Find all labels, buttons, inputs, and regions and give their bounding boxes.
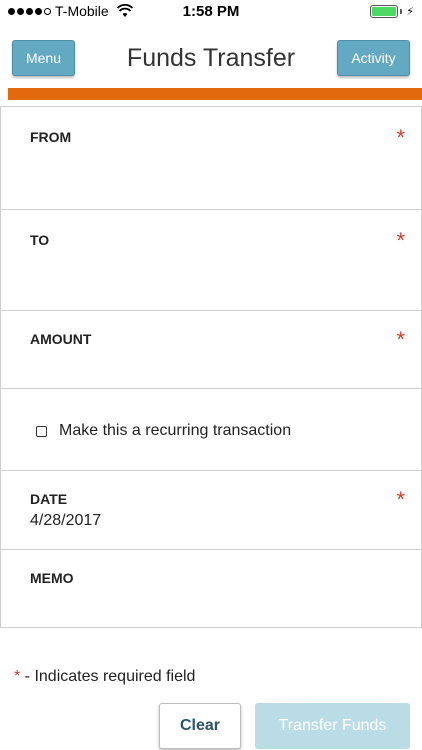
transfer-funds-button[interactable]: Transfer Funds bbox=[255, 703, 410, 749]
amount-field[interactable]: AMOUNT * bbox=[0, 310, 422, 388]
recurring-field: Make this a recurring transaction bbox=[0, 388, 422, 470]
clear-button[interactable]: Clear bbox=[159, 703, 241, 749]
status-time: 1:58 PM bbox=[182, 3, 240, 20]
from-field[interactable]: FROM * bbox=[0, 106, 422, 209]
required-marker: * bbox=[396, 125, 405, 150]
date-value: 4/28/2017 bbox=[30, 512, 102, 529]
memo-label: MEMO bbox=[30, 570, 74, 586]
date-label: DATE bbox=[30, 491, 68, 507]
amount-label: AMOUNT bbox=[30, 331, 92, 347]
from-label: FROM bbox=[30, 129, 72, 145]
battery-tip bbox=[400, 9, 403, 14]
date-field[interactable]: DATE * 4/28/2017 bbox=[0, 470, 422, 549]
nav-bar: Menu Funds Transfer Activity bbox=[0, 24, 422, 88]
required-marker: * bbox=[396, 228, 405, 253]
required-marker: * bbox=[396, 487, 405, 512]
required-marker: * bbox=[396, 327, 405, 352]
to-field[interactable]: TO * bbox=[0, 209, 422, 310]
recurring-label: Make this a recurring transaction bbox=[59, 422, 292, 439]
status-right: ⚡ bbox=[370, 5, 414, 18]
battery-icon bbox=[370, 5, 399, 18]
accent-bar bbox=[8, 88, 422, 100]
status-bar: T-Mobile 1:58 PM ⚡ bbox=[0, 0, 422, 24]
memo-field[interactable]: MEMO bbox=[0, 549, 422, 628]
charging-bolt-icon: ⚡ bbox=[406, 6, 414, 18]
required-note-text: - Indicates required field bbox=[20, 668, 196, 685]
activity-button[interactable]: Activity bbox=[337, 40, 410, 76]
required-note: * - Indicates required field bbox=[14, 668, 195, 686]
to-label: TO bbox=[30, 232, 50, 248]
recurring-checkbox[interactable] bbox=[36, 425, 47, 437]
transfer-form: FROM * TO * AMOUNT * Make this a recurri… bbox=[0, 106, 422, 628]
recurring-toggle[interactable]: Make this a recurring transaction bbox=[36, 422, 291, 440]
